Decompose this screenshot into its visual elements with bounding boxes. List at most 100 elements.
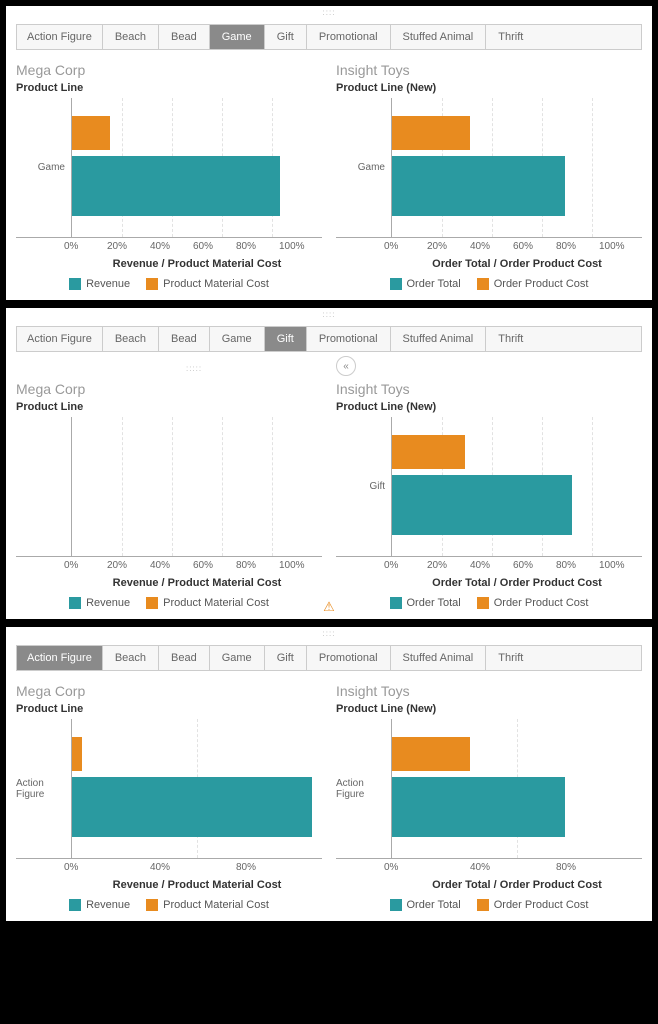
legend-item: Order Product Cost	[477, 597, 589, 609]
x-axis-ticks: 0%20%40%60%80%100%	[392, 557, 642, 571]
tab-gift[interactable]: Gift	[265, 327, 307, 351]
x-tick: 60%	[513, 241, 556, 252]
legend-label: Revenue	[86, 597, 130, 609]
legend-label: Order Product Cost	[494, 278, 589, 290]
widget-drag-handle-icon[interactable]: :::::	[186, 364, 642, 373]
legend-item: Revenue	[69, 899, 130, 911]
legend-label: Revenue	[86, 278, 130, 290]
x-tick: 0%	[64, 560, 107, 571]
legend-item: Product Material Cost	[146, 597, 269, 609]
drag-handle-icon[interactable]: ::::	[323, 310, 336, 319]
gridline	[592, 98, 593, 237]
bar-orange	[392, 116, 470, 150]
x-tick: 80%	[236, 560, 279, 571]
legend-label: Revenue	[86, 899, 130, 911]
filter-tabbar: Action FigureBeachBeadGameGiftPromotiona…	[16, 24, 642, 50]
dashboard-panel: ::::Action FigureBeachBeadGameGiftPromot…	[4, 4, 654, 302]
legend: Revenue Product Material Cost	[16, 597, 322, 609]
swatch-teal-icon	[390, 899, 402, 911]
tab-gift[interactable]: Gift	[265, 25, 307, 49]
x-axis-title: Order Total / Order Product Cost	[392, 577, 642, 589]
collapse-left-button[interactable]: «	[336, 356, 356, 376]
y-category-label: Game	[16, 98, 72, 237]
filter-tabbar: Action FigureBeachBeadGameGiftPromotiona…	[16, 645, 642, 671]
swatch-teal-icon	[390, 278, 402, 290]
legend-item: Order Product Cost	[477, 899, 589, 911]
bar-teal	[392, 475, 572, 535]
legend-item: Order Total	[390, 597, 461, 609]
drag-handle-icon[interactable]: ::::	[323, 629, 336, 638]
x-tick: 20%	[107, 241, 150, 252]
legend-label: Order Total	[407, 597, 461, 609]
x-tick: 0%	[384, 560, 427, 571]
x-tick: 40%	[470, 862, 556, 873]
legend: Order TotalOrder Product Cost	[336, 899, 642, 911]
swatch-orange-icon	[477, 278, 489, 290]
tab-stuffed-animal[interactable]: Stuffed Animal	[391, 25, 487, 49]
swatch-orange-icon	[146, 597, 158, 609]
plot-area	[16, 417, 322, 557]
bars-area	[72, 417, 322, 556]
plot-area: Game	[336, 98, 642, 238]
legend-label: Order Product Cost	[494, 597, 589, 609]
legend-label: Order Product Cost	[494, 899, 589, 911]
y-axis-title: Product Line (New)	[336, 82, 642, 94]
tab-thrift[interactable]: Thrift	[486, 646, 535, 670]
x-tick: 80%	[556, 241, 599, 252]
tab-bead[interactable]: Bead	[159, 25, 210, 49]
tab-action-figure[interactable]: Action Figure	[17, 646, 103, 670]
y-axis-title: Product Line	[16, 401, 322, 413]
company-title: Mega Corp	[16, 62, 322, 78]
tab-thrift[interactable]: Thrift	[486, 25, 535, 49]
y-category-label: Action Figure	[16, 719, 72, 858]
chart-right: Insight ToysProduct Line (New)Game0%20%4…	[336, 62, 642, 290]
y-category-label	[16, 417, 72, 556]
x-tick: 80%	[236, 241, 279, 252]
tab-bead[interactable]: Bead	[159, 646, 210, 670]
filter-tabbar: Action FigureBeachBeadGameGiftPromotiona…	[16, 326, 642, 352]
company-title: Insight Toys	[336, 683, 642, 699]
tab-beach[interactable]: Beach	[103, 646, 159, 670]
warning-icon[interactable]: ⚠	[323, 599, 335, 615]
charts-row: Mega CorpProduct Line0%20%40%60%80%100%R…	[16, 381, 642, 609]
y-axis-title: Product Line	[16, 703, 322, 715]
tab-action-figure[interactable]: Action Figure	[17, 327, 103, 351]
gridline	[272, 417, 273, 556]
x-tick: 40%	[150, 862, 236, 873]
x-tick: 20%	[427, 560, 470, 571]
swatch-teal-icon	[69, 899, 81, 911]
drag-handle-icon[interactable]: ::::	[323, 8, 336, 17]
x-tick: 60%	[193, 560, 236, 571]
tab-promotional[interactable]: Promotional	[307, 327, 391, 351]
x-tick: 40%	[150, 560, 193, 571]
tab-stuffed-animal[interactable]: Stuffed Animal	[391, 327, 487, 351]
tab-action-figure[interactable]: Action Figure	[17, 25, 103, 49]
swatch-orange-icon	[477, 899, 489, 911]
tab-stuffed-animal[interactable]: Stuffed Animal	[391, 646, 487, 670]
company-title: Insight Toys	[336, 62, 642, 78]
tab-gift[interactable]: Gift	[265, 646, 307, 670]
x-axis-ticks: 0%20%40%60%80%100%	[72, 238, 322, 252]
tab-game[interactable]: Game	[210, 646, 265, 670]
tab-promotional[interactable]: Promotional	[307, 25, 391, 49]
tab-beach[interactable]: Beach	[103, 25, 159, 49]
x-axis-title: Revenue / Product Material Cost	[72, 577, 322, 589]
x-axis-ticks: 0%40%80%	[72, 859, 322, 873]
bar-teal	[72, 777, 312, 837]
tab-promotional[interactable]: Promotional	[307, 646, 391, 670]
x-tick: 100%	[279, 560, 322, 571]
plot-area: Game	[16, 98, 322, 238]
x-tick: 100%	[599, 560, 642, 571]
tab-beach[interactable]: Beach	[103, 327, 159, 351]
y-axis-title: Product Line	[16, 82, 322, 94]
legend-item: Order Total	[390, 278, 461, 290]
legend: RevenueProduct Material Cost	[16, 278, 322, 290]
bar-orange	[72, 737, 82, 771]
gridline	[592, 417, 593, 556]
tab-bead[interactable]: Bead	[159, 327, 210, 351]
bars-area	[392, 417, 642, 556]
tab-thrift[interactable]: Thrift	[486, 327, 535, 351]
tab-game[interactable]: Game	[210, 327, 265, 351]
tab-game[interactable]: Game	[210, 25, 265, 49]
x-tick: 20%	[107, 560, 150, 571]
